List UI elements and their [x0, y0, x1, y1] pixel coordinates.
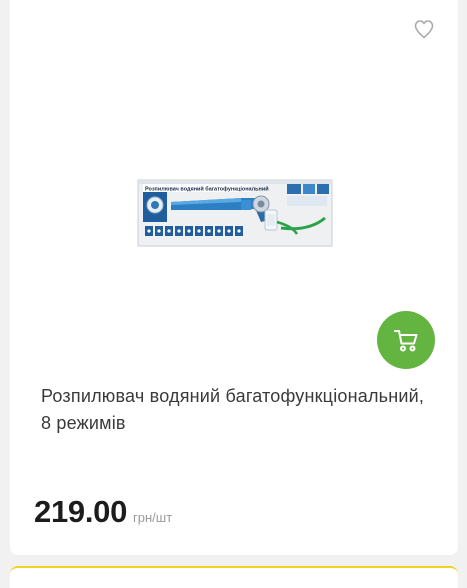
product-price: 219.00 [34, 494, 128, 529]
product-card[interactable]: Розпилювач водяний багатофункціональний [10, 0, 458, 555]
next-product-card[interactable] [10, 566, 458, 588]
product-image[interactable]: Розпилювач водяний багатофункціональний [137, 178, 333, 248]
product-title[interactable]: Розпилювач водяний багатофункціональний,… [41, 383, 429, 437]
wishlist-button[interactable] [412, 17, 436, 41]
price-block: 219.00 грн/шт [34, 494, 172, 530]
price-unit: грн/шт [133, 510, 173, 525]
cart-icon [394, 330, 418, 352]
heart-icon [414, 20, 434, 39]
product-box-label: Розпилювач водяний багатофункціональний [145, 186, 269, 193]
add-to-cart-button[interactable] [377, 311, 435, 369]
